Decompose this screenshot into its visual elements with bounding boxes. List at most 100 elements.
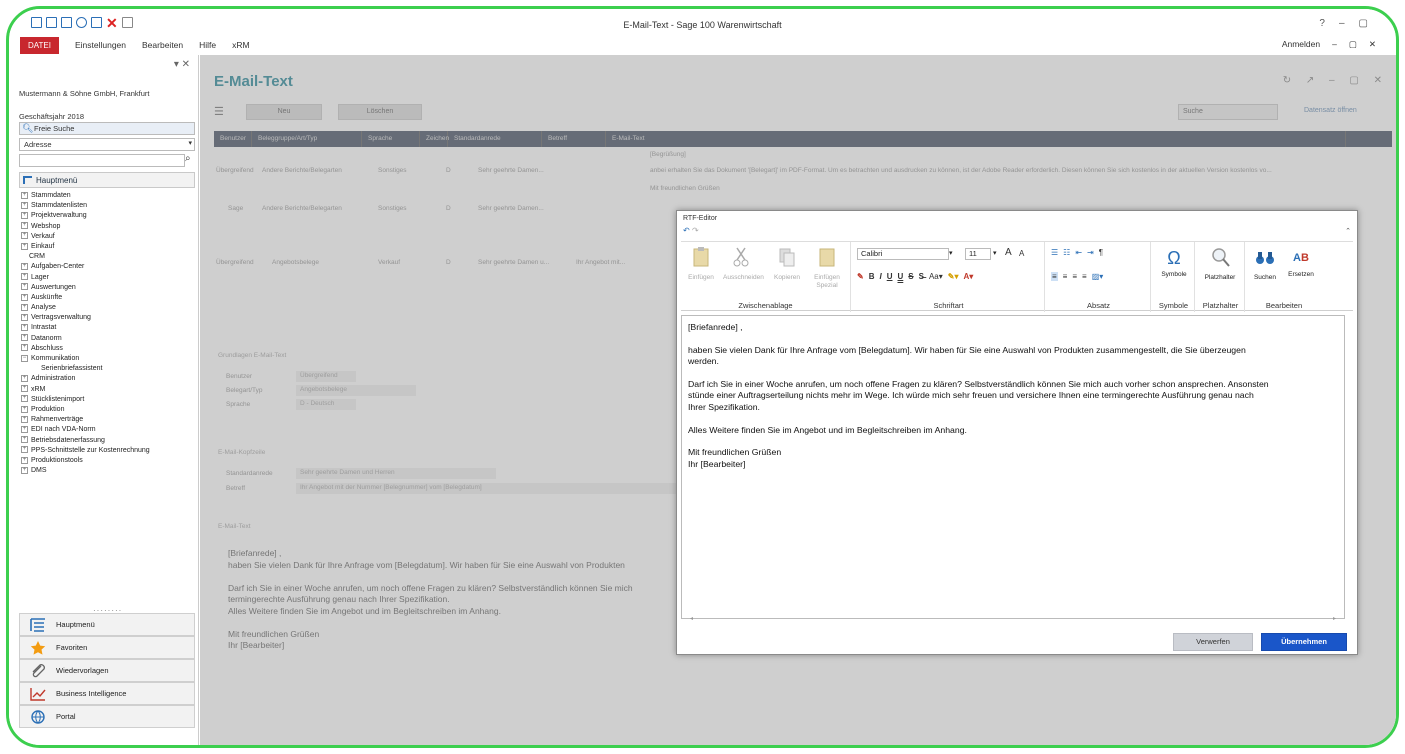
decrease-indent-icon[interactable]: ⇤ bbox=[1075, 248, 1082, 257]
tree-item[interactable]: + Rahmenverträge bbox=[21, 415, 197, 425]
cut-button[interactable]: Ausschneiden bbox=[723, 246, 764, 282]
pilcrow-icon[interactable]: ¶ bbox=[1099, 248, 1103, 257]
tree-item[interactable]: + Produktionstools bbox=[21, 456, 197, 466]
nav-business-intelligence[interactable]: Business Intelligence bbox=[19, 682, 195, 705]
change-case-icon[interactable]: Aa▾ bbox=[929, 272, 943, 281]
expand-icon[interactable]: + bbox=[21, 375, 28, 383]
menu-bearbeiten[interactable]: Bearbeiten bbox=[142, 40, 183, 50]
expand-icon[interactable]: + bbox=[21, 222, 28, 230]
nav-hauptmenu[interactable]: Hauptmenü bbox=[19, 613, 195, 636]
find-button[interactable]: Suchen bbox=[1247, 246, 1283, 282]
tree-item[interactable]: Serienbriefassistent bbox=[21, 364, 197, 374]
scroll-right-icon[interactable]: ▸ bbox=[1333, 615, 1336, 622]
expand-icon[interactable]: + bbox=[21, 344, 28, 352]
rtf-text-area[interactable]: [Briefanrede] , haben Sie vielen Dank fü… bbox=[681, 315, 1345, 622]
increase-indent-icon[interactable]: ⇥ bbox=[1087, 248, 1094, 257]
tree-item[interactable]: − Kommunikation bbox=[21, 354, 197, 364]
italic-icon[interactable]: I bbox=[879, 272, 881, 281]
expand-icon[interactable]: + bbox=[21, 456, 28, 464]
menu-datei[interactable]: DATEI bbox=[20, 36, 59, 54]
discard-button[interactable]: Verwerfen bbox=[1173, 633, 1253, 651]
expand-icon[interactable]: + bbox=[21, 283, 28, 291]
document-window-controls[interactable]: ↻ ↗ – ▢ ✕ bbox=[1283, 75, 1388, 86]
tree-item[interactable]: + Verkauf bbox=[21, 232, 197, 242]
tree-item[interactable]: + Intrastat bbox=[21, 323, 197, 333]
shading-icon[interactable]: ▨▾ bbox=[1092, 272, 1104, 281]
highlight-color-icon[interactable]: ✎▾ bbox=[948, 272, 959, 281]
tree-item[interactable]: + Stücklistenimport bbox=[21, 395, 197, 405]
font-size-select[interactable]: 11 bbox=[965, 248, 991, 260]
expand-icon[interactable]: + bbox=[21, 201, 28, 209]
doc-minimize-button[interactable]: – bbox=[1332, 39, 1337, 50]
underline-icon[interactable]: U bbox=[887, 272, 893, 281]
copy-button[interactable]: Kopieren bbox=[769, 246, 805, 282]
col-zeichen[interactable]: Zeichen bbox=[420, 131, 449, 147]
doc-close-button[interactable]: ✕ bbox=[1369, 39, 1376, 50]
replace-button[interactable]: AB Ersetzen bbox=[1283, 246, 1319, 279]
login-button[interactable]: Anmelden bbox=[1282, 39, 1320, 50]
font-size-dropdown-icon[interactable]: ▾ bbox=[993, 249, 997, 257]
tree-item[interactable]: + DMS bbox=[21, 466, 197, 476]
tree-item[interactable]: + Einkauf bbox=[21, 242, 197, 252]
redo-icon[interactable]: ↷ bbox=[692, 226, 699, 235]
restore-button[interactable]: ▢ bbox=[1359, 18, 1368, 29]
tree-item[interactable]: + EDI nach VDA-Norm bbox=[21, 425, 197, 435]
search-field[interactable]: Suche bbox=[1178, 104, 1278, 120]
col-betreff[interactable]: Betreff bbox=[542, 131, 606, 147]
tree-item[interactable]: + Vertragsverwaltung bbox=[21, 313, 197, 323]
expand-icon[interactable]: + bbox=[21, 191, 28, 199]
tree-item[interactable]: + Datanorm bbox=[21, 334, 197, 344]
expand-icon[interactable]: + bbox=[21, 262, 28, 270]
tree-header[interactable]: Hauptmenü bbox=[19, 172, 195, 188]
expand-icon[interactable]: + bbox=[21, 324, 28, 332]
list-icon[interactable]: ☰ bbox=[214, 105, 224, 118]
tree-item[interactable]: + Lager bbox=[21, 273, 197, 283]
tree-item[interactable]: + Stammdaten bbox=[21, 191, 197, 201]
search-go-icon[interactable]: ⌕ bbox=[185, 153, 191, 164]
rtf-content[interactable]: [Briefanrede] , haben Sie vielen Dank fü… bbox=[688, 322, 1269, 470]
tree-item[interactable]: + Aufgaben-Center bbox=[21, 262, 197, 272]
nav-portal[interactable]: Portal bbox=[19, 705, 195, 728]
table-row[interactable]: [Begrüßung] Übergreifend Andere Berichte… bbox=[214, 149, 1392, 199]
col-beleggruppe[interactable]: Beleggruppe/Art/Typ bbox=[252, 131, 362, 147]
nav-wiedervorlagen[interactable]: Wiedervorlagen bbox=[19, 659, 195, 682]
expand-icon[interactable]: + bbox=[21, 446, 28, 454]
tree-item[interactable]: + xRM bbox=[21, 385, 197, 395]
expand-icon[interactable]: + bbox=[21, 334, 28, 342]
horizontal-scrollbar[interactable]: ◂ bbox=[690, 615, 1338, 622]
paste-button[interactable]: Einfügen bbox=[683, 246, 719, 282]
tree-item[interactable]: + Stammdatenlisten bbox=[21, 201, 197, 211]
col-benutzer[interactable]: Benutzer bbox=[214, 131, 252, 147]
free-search-box[interactable]: 🔍︎ Freie Suche bbox=[19, 122, 195, 135]
shrink-font-icon[interactable]: A bbox=[1019, 249, 1024, 258]
help-button[interactable]: ? bbox=[1319, 18, 1325, 29]
col-email-text[interactable]: E-Mail-Text bbox=[606, 131, 1346, 147]
double-strikethrough-icon[interactable]: S̶ bbox=[919, 272, 924, 281]
new-button[interactable]: Neu bbox=[246, 104, 322, 120]
collapse-icon[interactable]: − bbox=[21, 354, 28, 362]
expand-icon[interactable]: + bbox=[21, 466, 28, 474]
tree-item[interactable]: + Analyse bbox=[21, 303, 197, 313]
tree-item[interactable]: + Webshop bbox=[21, 222, 197, 232]
nav-favoriten[interactable]: Favoriten bbox=[19, 636, 195, 659]
open-dataset-link[interactable]: Datensatz öffnen bbox=[1304, 107, 1357, 114]
tree-item[interactable]: + Administration bbox=[21, 374, 197, 384]
expand-icon[interactable]: + bbox=[21, 293, 28, 301]
tree-item[interactable]: + Betriebsdatenerfassung bbox=[21, 436, 197, 446]
ribbon-collapse-icon[interactable]: ⌃ bbox=[1345, 227, 1351, 235]
placeholder-button[interactable]: Platzhalter bbox=[1202, 246, 1238, 282]
search-input[interactable] bbox=[19, 154, 185, 167]
tree-item[interactable]: + Projektverwaltung bbox=[21, 211, 197, 221]
expand-icon[interactable]: + bbox=[21, 385, 28, 393]
align-center-icon[interactable]: ≡ bbox=[1063, 272, 1068, 281]
menu-hilfe[interactable]: Hilfe bbox=[199, 40, 216, 50]
menu-einstellungen[interactable]: Einstellungen bbox=[75, 40, 126, 50]
bold-icon[interactable]: B bbox=[869, 272, 875, 281]
paste-special-button[interactable]: Einfügen Spezial bbox=[809, 246, 845, 290]
bullets-icon[interactable]: ☰ bbox=[1051, 248, 1058, 257]
expand-icon[interactable]: + bbox=[21, 415, 28, 423]
minimize-button[interactable]: – bbox=[1339, 18, 1345, 29]
tree-item[interactable]: + Abschluss bbox=[21, 344, 197, 354]
expand-icon[interactable]: + bbox=[21, 242, 28, 250]
tree-item[interactable]: + Produktion bbox=[21, 405, 197, 415]
